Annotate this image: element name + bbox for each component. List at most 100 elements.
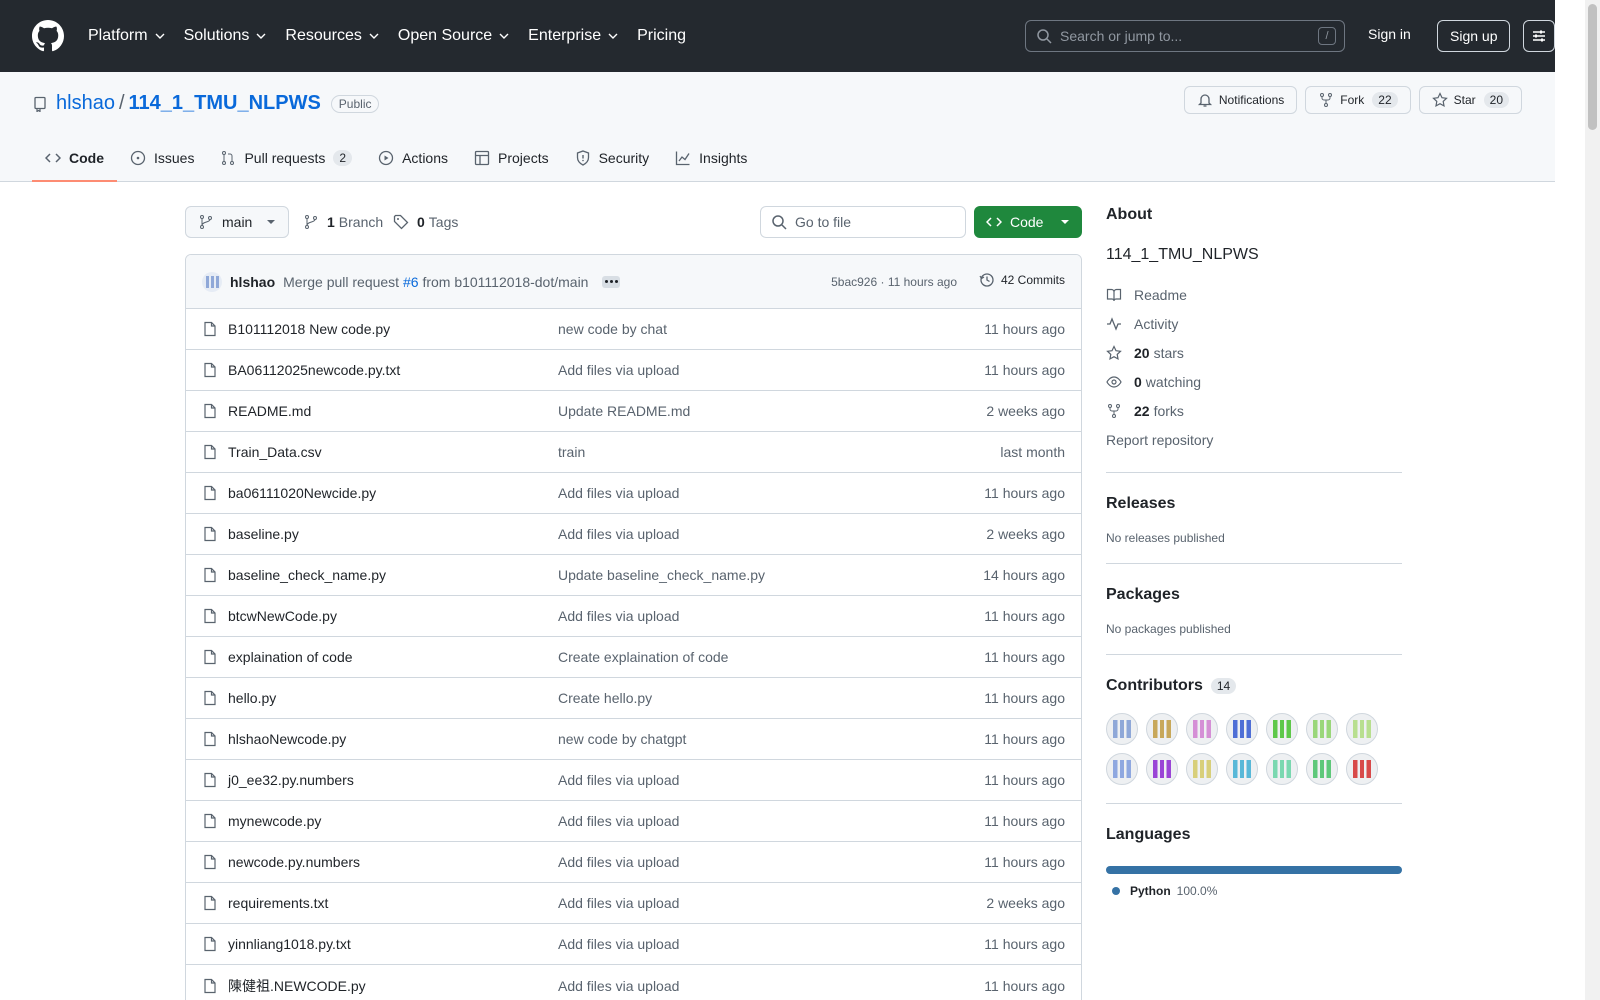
- file-name-link[interactable]: hlshaoNewcode.py: [228, 731, 558, 747]
- file-commit-message[interactable]: Add files via upload: [558, 895, 679, 911]
- contributor-avatar[interactable]: [1186, 753, 1218, 785]
- repo-name-link[interactable]: 114_1_TMU_NLPWS: [129, 92, 321, 115]
- expand-commit-button[interactable]: [602, 275, 621, 288]
- commit-message[interactable]: Merge pull request #6 from b101112018-do…: [283, 274, 588, 290]
- file-row[interactable]: btcwNewCode.py Add files via upload 11 hou…: [186, 596, 1081, 637]
- file-commit-message[interactable]: Add files via upload: [558, 772, 679, 788]
- language-legend-item[interactable]: Python 100.0%: [1106, 884, 1402, 898]
- branches-link[interactable]: 1 Branch: [303, 214, 383, 230]
- forks-link[interactable]: 22 forks: [1106, 396, 1402, 425]
- file-row[interactable]: hlshaoNewcode.py new code by chatgpt 11 ho…: [186, 719, 1081, 760]
- file-row[interactable]: baseline.py Add files via upload 2 weeks a…: [186, 514, 1081, 555]
- file-commit-message[interactable]: Create explaination of code: [558, 649, 728, 665]
- commit-pr-link[interactable]: #6: [403, 274, 419, 290]
- commit-sha[interactable]: 5bac926: [831, 275, 877, 289]
- file-row[interactable]: 陳健祖.NEWCODE.py Add files via upload 11 hou…: [186, 965, 1081, 1000]
- avatar[interactable]: [202, 271, 222, 292]
- file-name-link[interactable]: baseline.py: [228, 526, 558, 542]
- contributor-avatar[interactable]: [1146, 753, 1178, 785]
- file-commit-message[interactable]: Add files via upload: [558, 362, 679, 378]
- github-logo-icon[interactable]: [32, 20, 64, 52]
- file-row[interactable]: yinnliang1018.py.txt Add files via upload…: [186, 924, 1081, 965]
- stars-link[interactable]: 20 stars: [1106, 338, 1402, 367]
- file-name-link[interactable]: BA06112025newcode.py.txt: [228, 362, 558, 378]
- contributor-avatar[interactable]: [1306, 713, 1338, 745]
- readme-link[interactable]: Readme: [1106, 280, 1402, 309]
- code-dropdown-button[interactable]: Code: [974, 206, 1082, 238]
- file-commit-message[interactable]: Add files via upload: [558, 854, 679, 870]
- global-search-input[interactable]: Search or jump to... /: [1025, 20, 1345, 52]
- activity-link[interactable]: Activity: [1106, 309, 1402, 338]
- contributor-avatar[interactable]: [1346, 713, 1378, 745]
- tab-pull-requests[interactable]: Pull requests 2: [207, 134, 365, 182]
- commits-link[interactable]: 42 Commits: [979, 272, 1065, 288]
- file-row[interactable]: README.md Update README.md 2 weeks ago: [186, 391, 1081, 432]
- report-repository-link[interactable]: Report repository: [1106, 425, 1402, 454]
- tab-issues[interactable]: Issues: [117, 134, 207, 182]
- tab-security[interactable]: Security: [562, 134, 663, 182]
- nav-solutions[interactable]: Solutions: [182, 23, 270, 49]
- contributor-avatar[interactable]: [1346, 753, 1378, 785]
- file-row[interactable]: Train_Data.csv train last month: [186, 432, 1081, 473]
- file-row[interactable]: hello.py Create hello.py 11 hours ago: [186, 678, 1081, 719]
- contributor-avatar[interactable]: [1306, 753, 1338, 785]
- contributors-heading[interactable]: Contributors: [1106, 677, 1203, 695]
- tab-code[interactable]: Code: [32, 134, 117, 182]
- tags-link[interactable]: 0 Tags: [393, 214, 458, 230]
- tab-insights[interactable]: Insights: [662, 134, 760, 182]
- file-name-link[interactable]: mynewcode.py: [228, 813, 558, 829]
- file-row[interactable]: requirements.txt Add files via upload 2 we…: [186, 883, 1081, 924]
- file-row[interactable]: explaination of code Create explaination …: [186, 637, 1081, 678]
- star-button[interactable]: Star 20: [1418, 86, 1522, 114]
- scrollbar-thumb[interactable]: [1588, 4, 1597, 130]
- menu-button[interactable]: [1523, 20, 1555, 52]
- commit-author-link[interactable]: hlshao: [230, 274, 275, 290]
- contributor-avatar[interactable]: [1266, 753, 1298, 785]
- file-row[interactable]: ba06111020Newcide.py Add files via upload…: [186, 473, 1081, 514]
- file-commit-message[interactable]: Add files via upload: [558, 526, 679, 542]
- sign-in-link[interactable]: Sign in: [1368, 26, 1411, 42]
- file-commit-message[interactable]: train: [558, 444, 585, 460]
- file-commit-message[interactable]: Add files via upload: [558, 978, 679, 994]
- nav-open-source[interactable]: Open Source: [396, 23, 512, 49]
- tab-actions[interactable]: Actions: [365, 134, 461, 182]
- notifications-button[interactable]: Notifications: [1183, 86, 1298, 114]
- contributor-avatar[interactable]: [1186, 713, 1218, 745]
- file-name-link[interactable]: yinnliang1018.py.txt: [228, 936, 558, 952]
- scrollbar-track[interactable]: [1585, 0, 1600, 1000]
- file-commit-message[interactable]: Add files via upload: [558, 608, 679, 624]
- contributor-avatar[interactable]: [1106, 753, 1138, 785]
- file-name-link[interactable]: Train_Data.csv: [228, 444, 558, 460]
- file-commit-message[interactable]: Add files via upload: [558, 936, 679, 952]
- file-name-link[interactable]: hello.py: [228, 690, 558, 706]
- nav-enterprise[interactable]: Enterprise: [526, 23, 621, 49]
- file-commit-message[interactable]: Create hello.py: [558, 690, 652, 706]
- file-name-link[interactable]: baseline_check_name.py: [228, 567, 558, 583]
- file-row[interactable]: mynewcode.py Add files via upload 11 hours…: [186, 801, 1081, 842]
- fork-button[interactable]: Fork 22: [1305, 86, 1411, 114]
- file-commit-message[interactable]: Update baseline_check_name.py: [558, 567, 765, 583]
- file-row[interactable]: j0_ee32.py.numbers Add files via upload 11…: [186, 760, 1081, 801]
- file-name-link[interactable]: btcwNewCode.py: [228, 608, 558, 624]
- packages-heading[interactable]: Packages: [1106, 586, 1402, 604]
- file-row[interactable]: newcode.py.numbers Add files via upload 11…: [186, 842, 1081, 883]
- go-to-file-input[interactable]: Go to file: [760, 206, 966, 238]
- file-row[interactable]: B101112018 New code.py new code by chat 11…: [186, 309, 1081, 350]
- file-commit-message[interactable]: new code by chatgpt: [558, 731, 686, 747]
- file-name-link[interactable]: ba06111020Newcide.py: [228, 485, 558, 501]
- file-commit-message[interactable]: Add files via upload: [558, 813, 679, 829]
- contributor-avatar[interactable]: [1106, 713, 1138, 745]
- file-name-link[interactable]: newcode.py.numbers: [228, 854, 558, 870]
- file-commit-message[interactable]: new code by chat: [558, 321, 667, 337]
- contributor-avatar[interactable]: [1226, 753, 1258, 785]
- sign-up-button[interactable]: Sign up: [1437, 20, 1511, 52]
- watchers-link[interactable]: 0 watching: [1106, 367, 1402, 396]
- file-row[interactable]: BA06112025newcode.py.txt Add files via up…: [186, 350, 1081, 391]
- releases-heading[interactable]: Releases: [1106, 495, 1402, 513]
- contributor-avatar[interactable]: [1266, 713, 1298, 745]
- nav-resources[interactable]: Resources: [283, 23, 381, 49]
- file-commit-message[interactable]: Add files via upload: [558, 485, 679, 501]
- file-name-link[interactable]: explaination of code: [228, 649, 558, 665]
- file-name-link[interactable]: README.md: [228, 403, 558, 419]
- repo-owner-link[interactable]: hlshao: [56, 92, 115, 115]
